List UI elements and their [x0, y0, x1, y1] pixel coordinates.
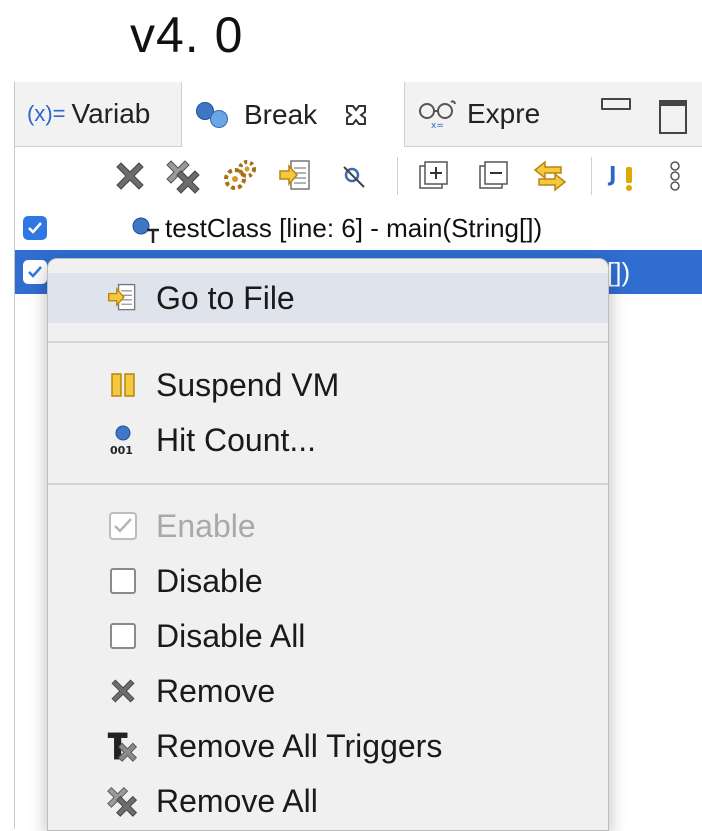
menu-item-label: Go to File	[156, 279, 295, 316]
menu-item-label: Remove All	[156, 782, 318, 819]
hit-count-icon: 001	[106, 423, 140, 457]
menu-item-enable: Enable	[48, 502, 608, 550]
version-label: v4. 0	[130, 7, 244, 63]
expand-all-icon[interactable]	[415, 157, 453, 195]
checkbox-checked-icon	[106, 509, 140, 543]
variables-icon: (x)=	[27, 101, 66, 126]
svg-text:x=: x=	[431, 121, 444, 129]
menu-item-suspend-vm[interactable]: Suspend VM	[48, 361, 608, 409]
menu-item-label: Disable All	[156, 617, 306, 654]
remove-icon	[106, 674, 140, 708]
breakpoints-icon	[194, 100, 232, 130]
breakpoint-checkbox[interactable]	[23, 260, 47, 284]
tab-expressions[interactable]: x= Expre	[405, 82, 575, 146]
menu-item-disable[interactable]: Disable	[48, 557, 608, 605]
remove-all-triggers-icon	[106, 729, 140, 763]
go-to-file-icon[interactable]	[277, 157, 315, 195]
menu-item-label: Remove All Triggers	[156, 727, 443, 764]
breakpoint-label: [])	[607, 256, 631, 287]
context-menu: Go to File Suspend VM 001 Hit Count... E…	[47, 258, 609, 831]
menu-separator	[48, 483, 608, 485]
java-exception-icon[interactable]: J	[605, 157, 643, 195]
close-icon[interactable]	[343, 102, 369, 128]
svg-text:J: J	[607, 162, 616, 186]
menu-item-hit-count[interactable]: 001 Hit Count...	[48, 416, 608, 464]
view-tab-bar: (x)= Variab Break x= Expre	[15, 82, 702, 147]
minimize-icon[interactable]	[601, 98, 631, 110]
suspend-vm-icon	[106, 368, 140, 402]
toolbar-separator	[591, 157, 592, 195]
tab-breakpoints[interactable]: Break	[182, 82, 405, 147]
menu-separator	[48, 341, 608, 343]
breakpoints-toolbar: J	[15, 147, 702, 205]
menu-item-remove-all[interactable]: Remove All	[48, 777, 608, 825]
menu-item-remove[interactable]: Remove	[48, 667, 608, 715]
tab-variables[interactable]: (x)= Variab	[15, 82, 182, 146]
collapse-all-icon[interactable]	[475, 157, 513, 195]
menu-item-label: Remove	[156, 672, 276, 709]
menu-item-label: Enable	[156, 507, 256, 544]
link-icon[interactable]	[335, 157, 373, 195]
breakpoint-checkbox[interactable]	[23, 216, 47, 240]
menu-item-disable-all[interactable]: Disable All	[48, 612, 608, 660]
expressions-icon: x=	[419, 100, 456, 129]
menu-item-label: Hit Count...	[156, 421, 317, 458]
link-with-debug-icon[interactable]	[531, 157, 569, 195]
breakpoint-row[interactable]: testClass [line: 6] - main(String[])	[15, 206, 702, 250]
checkbox-icon	[106, 619, 140, 653]
remove-all-icon[interactable]	[165, 157, 203, 195]
menu-item-remove-all-triggers[interactable]: Remove All Triggers	[48, 722, 608, 770]
skip-all-icon[interactable]	[221, 157, 259, 195]
remove-all-icon	[106, 784, 140, 818]
checkbox-icon	[106, 564, 140, 598]
tab-variables-label: Variab	[71, 98, 151, 129]
breakpoint-icon	[132, 217, 159, 243]
menu-item-label: Suspend VM	[156, 366, 340, 403]
tab-expressions-label: Expre	[467, 98, 541, 129]
tab-breakpoints-label: Break	[244, 98, 318, 130]
menu-item-go-to-file[interactable]: Go to File	[48, 273, 608, 323]
maximize-icon[interactable]	[659, 100, 687, 134]
go-to-file-icon	[106, 281, 140, 315]
svg-text:001: 001	[110, 444, 133, 457]
remove-icon[interactable]	[111, 157, 149, 195]
view-menu-icon[interactable]	[665, 157, 685, 195]
menu-item-label: Disable	[156, 562, 263, 599]
toolbar-separator	[397, 157, 398, 195]
breakpoint-label: testClass [line: 6] - main(String[])	[165, 212, 543, 243]
